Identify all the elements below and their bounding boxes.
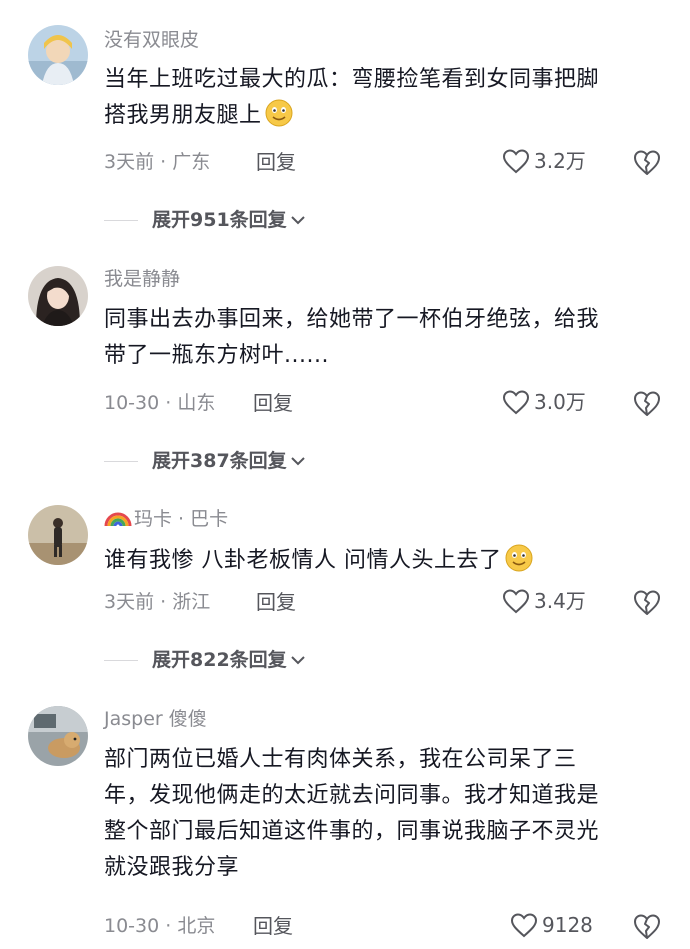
expand-replies-label: 展开951条回复	[152, 209, 287, 231]
expand-replies-button[interactable]: 展开951条回复	[104, 207, 307, 233]
username[interactable]: Jasper 傻傻	[104, 706, 207, 732]
username-label: 玛卡 · 巴卡	[134, 508, 229, 530]
like-count: 3.0万	[534, 390, 586, 414]
comment-text-line: 同事出去办事回来，给她带了一杯伯牙绝弦，给我	[104, 307, 600, 332]
comment-location: 浙江	[172, 591, 211, 613]
comment-time: 3天前	[104, 151, 155, 173]
comment-time: 10-30	[104, 392, 160, 414]
heart-outline-icon	[502, 390, 530, 415]
heart-outline-icon	[502, 149, 530, 174]
comment-text-line: 年，发现他俩走的太近就去问同事。我才知道我是	[104, 783, 600, 808]
chevron-down-icon	[290, 216, 305, 225]
comment-text: 部门两位已婚人士有肉体关系，我在公司呆了三 年，发现他俩走的太近就去问同事。我才…	[104, 742, 664, 886]
avatar[interactable]	[28, 706, 88, 766]
comment-location: 山东	[177, 392, 216, 414]
username[interactable]: 我是静静	[104, 266, 180, 292]
like-button[interactable]: 3.2万	[502, 148, 586, 174]
meta-separator: ·	[154, 591, 173, 613]
avatar[interactable]	[28, 266, 88, 326]
comment-text-line: 整个部门最后知道这件事的，同事说我脑子不灵光	[104, 819, 600, 844]
broken-heart-icon[interactable]	[632, 148, 662, 176]
like-button[interactable]: 3.0万	[502, 389, 586, 415]
expand-replies-button[interactable]: 展开822条回复	[104, 647, 307, 673]
comment-text-fragment: 谁有我惨 八卦老板情人 问情人头上去了	[104, 548, 502, 573]
divider-line	[104, 659, 138, 661]
comment-text-line: 就没跟我分享	[104, 855, 240, 880]
comment-text-line: 谁有我惨 八卦老板情人 问情人头上去了	[104, 543, 664, 579]
meta-separator: ·	[159, 915, 178, 937]
avatar[interactable]	[28, 25, 88, 85]
broken-heart-icon[interactable]	[632, 912, 662, 940]
comment-text-fragment: 搭我男朋友腿上	[104, 103, 262, 128]
expand-replies-label: 展开822条回复	[152, 649, 287, 671]
reply-button[interactable]: 回复	[253, 913, 293, 939]
comment-meta: 3天前 · 浙江	[104, 589, 210, 615]
smiley-emoji-icon	[265, 99, 293, 127]
comment-text-line: 搭我男朋友腿上	[104, 98, 664, 134]
divider-line	[104, 460, 138, 462]
comment-meta: 3天前 · 广东	[104, 149, 210, 175]
comment-location: 北京	[177, 915, 216, 937]
comment-meta: 10-30 · 北京	[104, 913, 215, 939]
meta-separator: ·	[154, 151, 173, 173]
like-count: 9128	[542, 913, 593, 937]
like-count: 3.4万	[534, 589, 586, 613]
chevron-down-icon	[290, 656, 305, 665]
avatar[interactable]	[28, 505, 88, 565]
broken-heart-icon[interactable]	[632, 389, 662, 417]
comment-location: 广东	[172, 151, 211, 173]
username[interactable]: 玛卡 · 巴卡	[104, 506, 228, 532]
comment-time: 3天前	[104, 591, 155, 613]
rainbow-emoji-icon	[104, 512, 132, 527]
heart-outline-icon	[502, 589, 530, 614]
reply-button[interactable]: 回复	[253, 390, 293, 416]
comment-text-line: 当年上班吃过最大的瓜：弯腰捡笔看到女同事把脚	[104, 67, 600, 92]
like-button[interactable]: 9128	[510, 912, 593, 938]
smiley-emoji-icon	[505, 544, 532, 572]
expand-replies-label: 展开387条回复	[152, 450, 287, 472]
like-button[interactable]: 3.4万	[502, 588, 586, 614]
reply-button[interactable]: 回复	[256, 149, 296, 175]
reply-button[interactable]: 回复	[256, 589, 296, 615]
broken-heart-icon[interactable]	[632, 588, 662, 616]
comment-meta: 10-30 · 山东	[104, 390, 215, 416]
expand-replies-button[interactable]: 展开387条回复	[104, 448, 307, 474]
comment-text-line: 部门两位已婚人士有肉体关系，我在公司呆了三	[104, 747, 577, 772]
comment-text: 谁有我惨 八卦老板情人 问情人头上去了	[104, 543, 664, 579]
like-count: 3.2万	[534, 149, 586, 173]
divider-line	[104, 219, 138, 221]
chevron-down-icon	[290, 457, 305, 466]
comment-time: 10-30	[104, 915, 160, 937]
heart-outline-icon	[510, 913, 538, 938]
meta-separator: ·	[159, 392, 178, 414]
comment-text: 当年上班吃过最大的瓜：弯腰捡笔看到女同事把脚 搭我男朋友腿上	[104, 62, 664, 134]
comment-text-line: 带了一瓶东方树叶......	[104, 343, 329, 368]
comment-text: 同事出去办事回来，给她带了一杯伯牙绝弦，给我 带了一瓶东方树叶......	[104, 302, 664, 374]
username[interactable]: 没有双眼皮	[104, 27, 199, 53]
